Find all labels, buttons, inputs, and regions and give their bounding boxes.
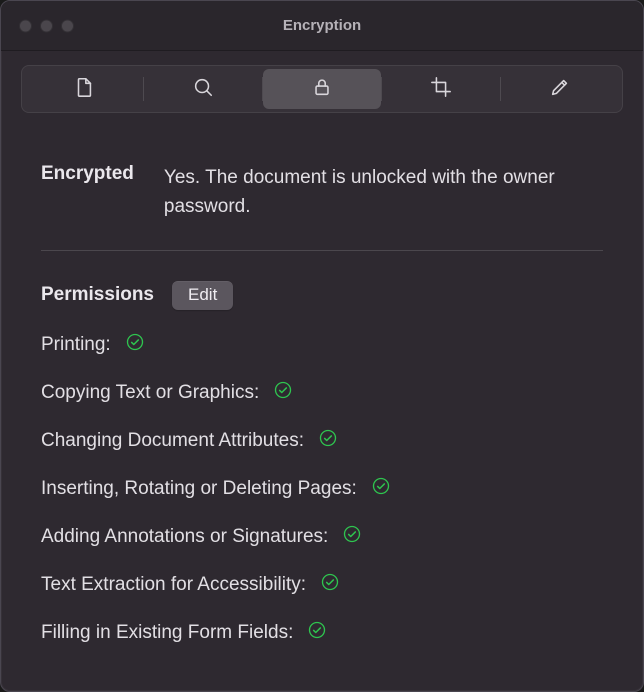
permission-label: Adding Annotations or Signatures:: [41, 526, 328, 548]
tab-search[interactable]: [144, 69, 262, 109]
permission-label: Printing:: [41, 334, 111, 356]
permission-row: Inserting, Rotating or Deleting Pages:: [41, 476, 603, 502]
toolbar: [1, 51, 643, 113]
check-icon: [125, 332, 145, 358]
window-frame: Encryption: [0, 0, 644, 692]
check-icon: [307, 620, 327, 646]
minimize-window-button[interactable]: [40, 19, 53, 32]
pencil-icon: [549, 76, 571, 103]
permission-row: Adding Annotations or Signatures:: [41, 524, 603, 550]
tab-encryption[interactable]: [263, 69, 381, 109]
tab-crop[interactable]: [382, 69, 500, 109]
encrypted-row: Encrypted Yes. The document is unlocked …: [41, 163, 603, 222]
crop-icon: [430, 76, 452, 103]
permissions-label: Permissions: [41, 284, 154, 306]
encrypted-value: Yes. The document is unlocked with the o…: [164, 163, 603, 222]
permission-label: Filling in Existing Form Fields:: [41, 622, 293, 644]
window-title: Encryption: [283, 17, 361, 34]
permission-row: Printing:: [41, 332, 603, 358]
zoom-window-button[interactable]: [61, 19, 74, 32]
document-icon: [73, 76, 95, 103]
titlebar: Encryption: [1, 1, 643, 51]
tab-document[interactable]: [25, 69, 143, 109]
search-icon: [192, 76, 214, 103]
segmented-control: [21, 65, 623, 113]
check-icon: [273, 380, 293, 406]
permissions-header: Permissions Edit: [41, 281, 603, 310]
content-area: Encrypted Yes. The document is unlocked …: [1, 113, 643, 688]
check-icon: [342, 524, 362, 550]
edit-button[interactable]: Edit: [172, 281, 233, 310]
check-icon: [371, 476, 391, 502]
encrypted-label: Encrypted: [41, 163, 134, 185]
lock-icon: [311, 76, 333, 103]
permission-row: Copying Text or Graphics:: [41, 380, 603, 406]
permission-label: Inserting, Rotating or Deleting Pages:: [41, 478, 357, 500]
permission-label: Copying Text or Graphics:: [41, 382, 259, 404]
permission-label: Text Extraction for Accessibility:: [41, 574, 306, 596]
close-window-button[interactable]: [19, 19, 32, 32]
permission-row: Filling in Existing Form Fields:: [41, 620, 603, 646]
window-controls: [19, 19, 74, 32]
section-divider: [41, 250, 603, 251]
permission-label: Changing Document Attributes:: [41, 430, 304, 452]
tab-edit[interactable]: [501, 69, 619, 109]
check-icon: [320, 572, 340, 598]
permission-row: Text Extraction for Accessibility:: [41, 572, 603, 598]
permission-row: Changing Document Attributes:: [41, 428, 603, 454]
check-icon: [318, 428, 338, 454]
